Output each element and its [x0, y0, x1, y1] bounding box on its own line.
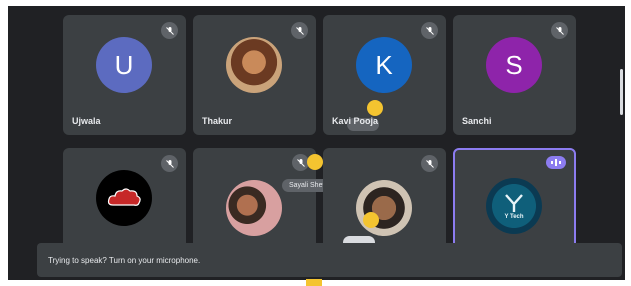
raised-hand-icon [367, 100, 383, 116]
cloud-logo-avatar [96, 170, 152, 226]
participant-tile-sanchi[interactable]: S Sanchi [453, 15, 576, 135]
participant-tile-thakur[interactable]: Thakur [193, 15, 316, 135]
participant-name: Ujwala [72, 116, 101, 126]
meeting-grid: U Ujwala Thakur K Kavi Pooja S Sanchi Sa… [8, 6, 625, 280]
avatar [226, 37, 282, 93]
mic-off-icon [421, 22, 438, 39]
avatar [356, 180, 412, 236]
participant-name: Thakur [202, 116, 233, 126]
mic-off-icon [551, 22, 568, 39]
mic-off-icon [161, 22, 178, 39]
mic-reminder-banner: Trying to speak? Turn on your microphone… [37, 243, 622, 277]
raised-hand-icon [307, 154, 323, 170]
participant-name: Kavi Pooja [332, 116, 379, 126]
avatar: U [96, 37, 152, 93]
ytech-logo-text: Y Tech [504, 214, 524, 220]
scrollbar[interactable] [620, 69, 623, 115]
mic-off-icon [291, 22, 308, 39]
participant-name: Sanchi [462, 116, 492, 126]
mic-off-icon [421, 155, 438, 172]
participant-tile-kavi-pooja[interactable]: K Kavi Pooja [323, 15, 446, 135]
mic-off-icon [161, 155, 178, 172]
avatar: K [356, 37, 412, 93]
banner-text: Trying to speak? Turn on your microphone… [48, 255, 201, 265]
speaking-indicator-icon [546, 156, 566, 169]
raised-hand-icon [363, 212, 379, 228]
participant-tile-ujwala[interactable]: U Ujwala [63, 15, 186, 135]
avatar [226, 180, 282, 236]
avatar: S [486, 37, 542, 93]
ytech-logo-avatar: Y Tech [486, 178, 542, 234]
raised-hand-indicator [306, 279, 322, 286]
